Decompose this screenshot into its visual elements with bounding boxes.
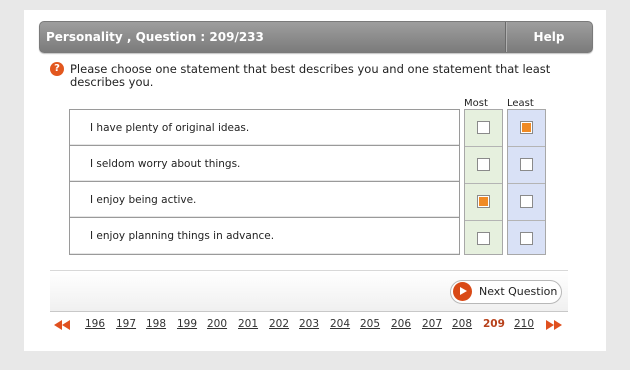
least-checkbox[interactable] [520,158,533,171]
question-panel: Personality , Question : 209/233 Help ? … [24,10,606,351]
page-link[interactable]: 210 [514,318,534,330]
most-checkbox[interactable] [477,195,490,208]
page-link[interactable]: 197 [116,318,136,330]
least-column [507,109,546,255]
least-checkbox[interactable] [520,195,533,208]
help-button[interactable]: Help [505,22,592,52]
page-link[interactable]: 201 [238,318,258,330]
least-checkbox[interactable] [520,121,533,134]
next-question-label: Next Question [479,285,558,298]
most-column-header: Most [464,98,488,109]
page-link[interactable]: 202 [269,318,289,330]
most-column [464,109,503,255]
page-link-current: 209 [483,318,505,330]
page-link[interactable]: 204 [330,318,350,330]
page-link[interactable]: 196 [85,318,105,330]
most-checkbox[interactable] [477,158,490,171]
page-link[interactable]: 198 [146,318,166,330]
least-checkbox[interactable] [520,232,533,245]
next-question-button[interactable]: Next Question [450,280,562,304]
least-column-header: Least [507,98,534,109]
title-bar: Personality , Question : 209/233 Help [39,21,593,53]
page-link[interactable]: 205 [360,318,380,330]
most-checkbox[interactable] [477,232,490,245]
page-link[interactable]: 200 [207,318,227,330]
instruction-text: Please choose one statement that best de… [70,62,551,89]
question-title: Personality , Question : 209/233 [46,30,264,44]
footer-bar: Next Question [50,270,568,312]
page-link[interactable]: 206 [391,318,411,330]
page-link[interactable]: 203 [299,318,319,330]
statement-row: I seldom worry about things. [70,146,459,182]
question-icon: ? [50,62,64,76]
statement-row: I have plenty of original ideas. [70,110,459,146]
statement-row: I enjoy planning things in advance. [70,218,459,254]
page-link[interactable]: 208 [452,318,472,330]
next-page-icon[interactable] [546,320,564,330]
statement-row: I enjoy being active. [70,182,459,218]
previous-page-icon[interactable] [54,320,72,330]
page-link[interactable]: 207 [422,318,442,330]
pagination: 196 197 198 199 200 201 202 203 204 205 … [54,318,574,334]
play-icon [453,282,472,301]
most-checkbox[interactable] [477,121,490,134]
page-link[interactable]: 199 [177,318,197,330]
statements-list: I have plenty of original ideas. I seldo… [69,109,460,255]
